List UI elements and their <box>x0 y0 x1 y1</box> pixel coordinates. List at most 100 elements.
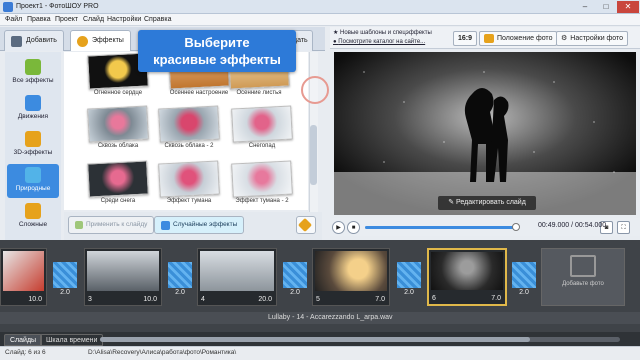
edit-slide-button[interactable]: ✎ Редактировать слайд <box>438 196 536 210</box>
slide-duration: 10.0 <box>143 296 157 303</box>
effect-label: Снегопад <box>248 143 276 149</box>
new-templates-label: Новые шаблоны и спецэффекты <box>340 30 432 36</box>
gear-icon: ⚙ <box>561 35 568 42</box>
apply-to-slide-button[interactable]: Применить к слайду <box>68 216 155 234</box>
slide-thumb-selected[interactable]: 6 7.0 <box>427 248 507 306</box>
effect-thumb-fog[interactable] <box>158 160 220 198</box>
cursor-highlight <box>301 76 329 104</box>
slide-number: 4 <box>201 296 205 303</box>
category-complex[interactable]: Сложные <box>7 200 59 234</box>
transition-image <box>397 262 421 288</box>
maximize-icon[interactable]: □ <box>596 1 616 13</box>
category-label: 3D-эффекты <box>13 149 53 156</box>
snowflake-icon <box>25 167 41 183</box>
transition-thumb[interactable]: 2.0 <box>512 262 536 304</box>
tab-effects[interactable]: Эффекты <box>70 30 131 51</box>
preview-image <box>334 52 636 215</box>
category-nature[interactable]: Природные <box>7 164 59 198</box>
effect-label: Сквозь облака <box>97 143 139 149</box>
slide-duration: 7.0 <box>375 296 385 303</box>
tab-slides[interactable]: Слайды <box>4 334 43 346</box>
photo-settings-label: Настройки фото <box>570 35 624 42</box>
menu-slide[interactable]: Слайд <box>83 16 104 23</box>
slide-thumb[interactable]: 10.0 <box>0 248 47 306</box>
slide-number: 5 <box>316 296 320 303</box>
minimize-icon[interactable]: – <box>575 1 595 13</box>
menu-edit[interactable]: Правка <box>27 16 51 23</box>
time-readout: 00:49.000 / 00:54.000 <box>538 222 607 229</box>
category-label: Движения <box>17 113 49 120</box>
transition-duration: 2.0 <box>290 289 300 296</box>
effect-label: Среди снега <box>100 198 136 204</box>
layers-icon <box>25 203 41 219</box>
random-effects-button[interactable]: Случайные эффекты <box>154 216 245 234</box>
seek-handle[interactable] <box>512 223 520 231</box>
effects-grid: Огненное сердце Осеннее настроение Осенн… <box>64 52 308 210</box>
photo-settings-button[interactable]: ⚙ Настройки фото <box>556 31 629 46</box>
effect-label: Сквозь облака - 2 <box>164 143 214 149</box>
effect-thumb-through-clouds-2[interactable] <box>158 105 220 143</box>
slide-thumb[interactable]: 3 10.0 <box>84 248 162 306</box>
slide-duration: 20.0 <box>258 296 272 303</box>
audio-track-name: Lullaby - 14 - Accarezzando L_arpa.wav <box>268 314 393 321</box>
callout-line1: Выберите <box>184 35 250 50</box>
menu-settings[interactable]: Настройки <box>107 16 141 23</box>
slide-thumb[interactable]: 5 7.0 <box>312 248 390 306</box>
transition-duration: 2.0 <box>60 289 70 296</box>
slide-preview <box>334 52 636 215</box>
effects-scrollbar-thumb[interactable] <box>310 125 317 185</box>
add-photo-slot[interactable]: Добавьте фото <box>541 248 625 306</box>
effect-thumb-fog-2[interactable] <box>231 160 293 198</box>
close-icon[interactable]: ✕ <box>617 1 639 13</box>
effect-thumb-among-snow[interactable] <box>87 160 149 198</box>
catalog-link[interactable]: ● Посмотрите каталог на сайте... <box>333 39 425 45</box>
preview-toolbar: ★ Новые шаблоны и спецэффекты ● Посмотри… <box>330 27 640 49</box>
stop-icon[interactable]: ■ <box>347 221 360 234</box>
seek-progress <box>365 226 515 229</box>
category-all-effects[interactable]: Все эффекты <box>7 56 59 90</box>
apply-icon <box>75 221 83 229</box>
transition-duration: 2.0 <box>175 289 185 296</box>
new-templates-link[interactable]: ★ Новые шаблоны и спецэффекты <box>333 29 432 36</box>
slide-image <box>3 251 44 291</box>
tab-timeline[interactable]: Шкала времени <box>40 334 104 346</box>
category-list: Все эффекты Движения 3D-эффекты Природны… <box>5 52 61 252</box>
menu-file[interactable]: Файл <box>5 16 22 23</box>
category-label: Все эффекты <box>12 77 54 84</box>
transition-thumb[interactable]: 2.0 <box>283 262 307 304</box>
edit-slide-label: Редактировать слайд <box>456 199 526 206</box>
dice-icon <box>161 220 170 230</box>
transition-thumb[interactable]: 2.0 <box>397 262 421 304</box>
transition-thumb[interactable]: 2.0 <box>168 262 192 304</box>
transition-image <box>53 262 77 288</box>
window-title: Проект1 - ФотоШОУ PRO <box>16 3 99 10</box>
slide-duration: 7.0 <box>491 295 501 302</box>
photo-placeholder-icon <box>570 255 596 277</box>
tab-effects-label: Эффекты <box>92 37 124 44</box>
transition-thumb[interactable]: 2.0 <box>53 262 77 304</box>
timeline-scrollbar-thumb[interactable] <box>100 337 530 342</box>
photo-position-label: Положение фото <box>497 35 553 42</box>
effect-label: Эффект тумана <box>166 198 212 204</box>
menu-project[interactable]: Проект <box>55 16 78 23</box>
tooltip-callout: Выберите красивые эффекты <box>138 30 296 72</box>
effects-action-bar: Применить к слайду Случайные эффекты <box>64 212 322 240</box>
effect-thumb-snowfall[interactable] <box>231 105 293 143</box>
category-motion[interactable]: Движения <box>7 92 59 126</box>
photo-position-button[interactable]: Положение фото <box>479 31 558 46</box>
effect-thumb-through-clouds[interactable] <box>87 105 149 143</box>
menu-help[interactable]: Справка <box>144 16 171 23</box>
cube-icon <box>25 131 41 147</box>
slide-thumb[interactable]: 4 20.0 <box>197 248 277 306</box>
play-icon[interactable]: ▶ <box>332 221 345 234</box>
puzzle-icon <box>25 59 41 75</box>
fullscreen-icon[interactable]: ⛶ <box>617 221 630 234</box>
category-3d[interactable]: 3D-эффекты <box>7 128 59 162</box>
aspect-ratio-button[interactable]: 16:9 <box>453 31 478 46</box>
apply-label: Применить к слайду <box>86 221 148 228</box>
tab-add[interactable]: Добавить <box>4 30 64 51</box>
add-photo-label: Добавьте фото <box>562 281 604 287</box>
brush-button[interactable] <box>296 216 316 234</box>
effect-label: Огненное сердце <box>93 90 143 96</box>
effect-label: Эффект тумана - 2 <box>235 198 289 204</box>
